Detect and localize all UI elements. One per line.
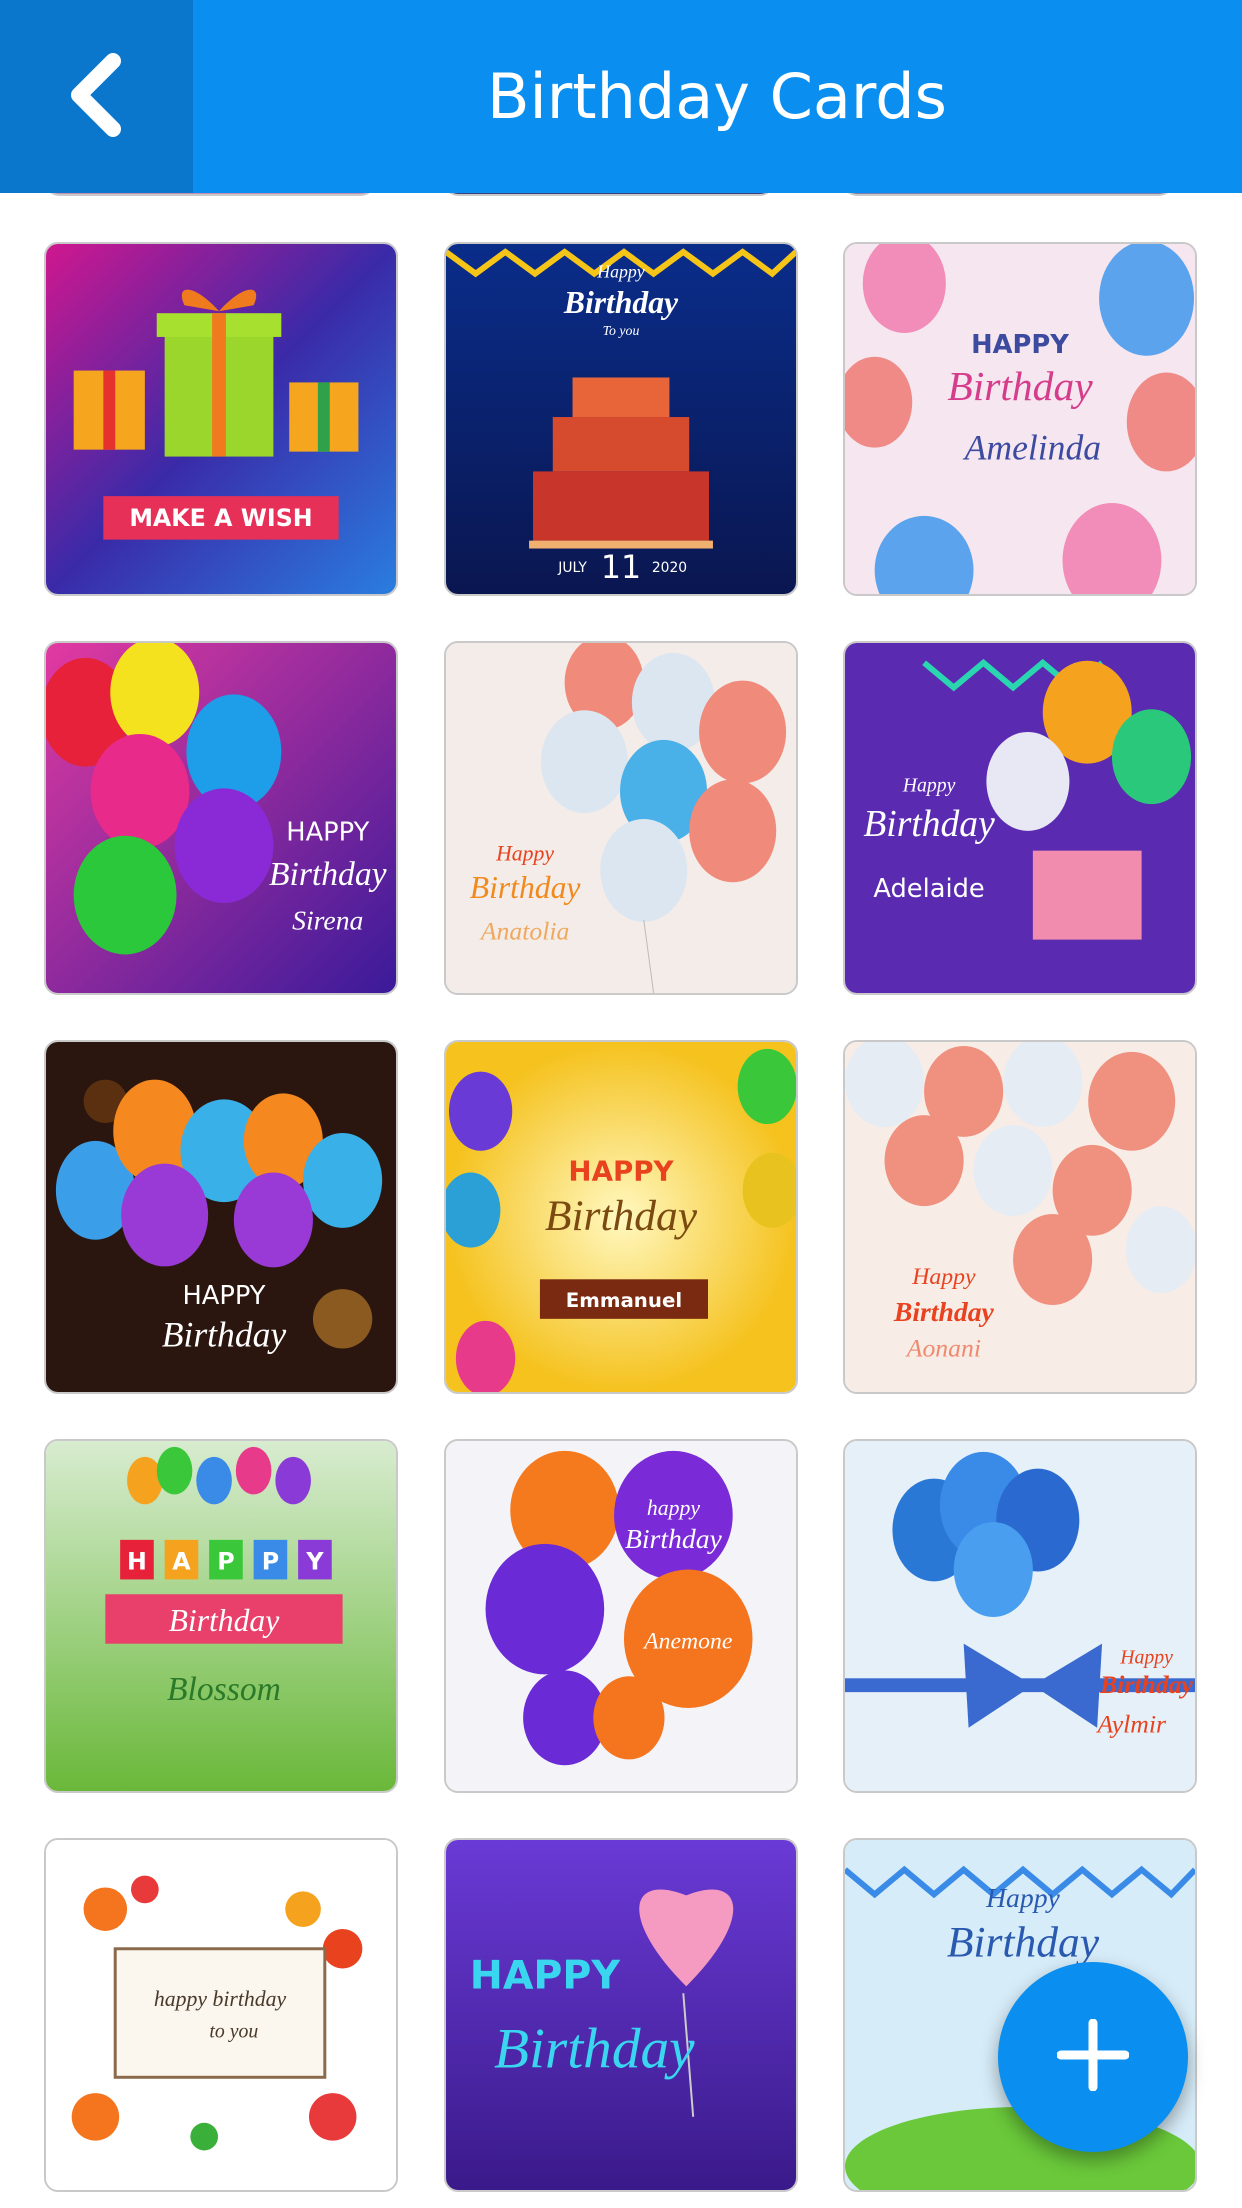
card-image: Happy Birthday To you JULY 11 2020 [446,244,796,594]
card-text: Sirena [292,905,363,936]
card-text: Birthday [162,1315,287,1355]
card-text: Amelinda [963,428,1101,468]
card-text: P [262,1548,279,1576]
card-floral[interactable]: happy birthday to you [44,1838,398,2192]
card-image: Happy Birthday Aylmir [845,1441,1195,1791]
card-text: JULY [557,560,587,576]
card-image: HAPPY Birthday Emmanuel [446,1042,796,1392]
card-text: Aonani [905,1333,981,1362]
card-text: Y [305,1548,324,1576]
card-anemone[interactable]: happy Birthday Anemone [444,1439,798,1793]
page-title: Birthday Cards [487,60,947,133]
card-text: HAPPY [286,818,369,848]
card-image: HAPPY Birthday [446,1840,796,2190]
card-text: Happy [985,1882,1060,1913]
card-text: MAKE A WISH [129,504,312,532]
card-text: Happy [495,842,554,866]
card-image: happy Birthday Anemone [446,1441,796,1791]
card-adelaide[interactable]: Happy Birthday Adelaide [843,641,1197,995]
card-text: Happy [596,262,645,282]
card-text: Birthday [893,1296,995,1327]
card-text: Birthday [269,856,387,893]
card-text: Birthday [470,870,582,905]
card-text: Happy [902,774,956,796]
card-text: Anemone [642,1629,732,1655]
plus-icon [1056,2018,1130,2095]
card-text: 2020 [652,560,687,576]
card-text: Birthday [863,804,995,845]
card-text: HAPPY [470,1952,622,1998]
card-image: HAPPY Birthday Amelinda [845,244,1195,594]
add-card-button[interactable] [998,1962,1188,2152]
card-text: HAPPY [971,330,1069,360]
card-aylmir[interactable]: Happy Birthday Aylmir [843,1439,1197,1793]
card-aonani[interactable]: Happy Birthday Aonani [843,1040,1197,1394]
card-text: Happy [911,1264,976,1290]
card-text: Emmanuel [566,1289,682,1312]
card-text: happy birthday [154,1987,287,2011]
card-birthday-dark[interactable]: HAPPY Birthday [44,1040,398,1394]
card-text: happy [647,1496,701,1520]
card-text: Happy [1119,1646,1173,1668]
card-heart[interactable]: HAPPY Birthday [444,1838,798,2192]
page-title-wrap: Birthday Cards [193,0,1242,193]
card-make-a-wish[interactable]: MAKE A WISH [44,242,398,596]
card-image: happy birthday to you [46,1840,396,2190]
card-grid: MAKE A WISH Happy Birthday To you JULY 1… [0,0,1242,2208]
card-image: H A P P Y Birthday Blossom [46,1441,396,1791]
card-text: Blossom [167,1671,281,1708]
card-text: H [127,1548,147,1576]
card-sirena[interactable]: HAPPY Birthday Sirena [44,641,398,995]
card-text: Adelaide [873,874,984,904]
card-image: Happy Birthday Aonani [845,1042,1195,1392]
card-image: HAPPY Birthday Sirena [46,643,396,993]
card-text: Anatolia [479,917,569,946]
card-emmanuel[interactable]: HAPPY Birthday Emmanuel [444,1040,798,1394]
card-text: 11 [601,550,641,586]
card-text: Birthday [545,1192,698,1240]
card-text: HAPPY [182,1281,265,1311]
card-text: Aylmir [1095,1710,1166,1739]
card-text: Birthday [625,1523,723,1554]
chevron-left-icon [67,52,127,141]
card-amelinda[interactable]: HAPPY Birthday Amelinda [843,242,1197,596]
card-text: To you [603,323,640,338]
app-header: Birthday Cards [0,0,1242,193]
card-text: to you [209,2021,258,2043]
card-text: P [217,1548,234,1576]
card-text: HAPPY [568,1154,674,1187]
card-text: Birthday [494,2017,695,2080]
card-text: A [172,1548,191,1576]
card-text: Birthday [169,1603,281,1638]
card-image: Happy Birthday Adelaide [845,643,1195,993]
card-anatolia[interactable]: Happy Birthday Anatolia [444,641,798,995]
card-text: Birthday [947,363,1093,409]
back-button[interactable] [0,0,193,193]
card-text: Birthday [563,285,679,320]
card-blossom[interactable]: H A P P Y Birthday Blossom [44,1439,398,1793]
card-text: Birthday [1099,1670,1193,1699]
card-cake[interactable]: Happy Birthday To you JULY 11 2020 [444,242,798,596]
card-text: Birthday [947,1919,1100,1967]
card-image: MAKE A WISH [46,244,396,594]
card-image: HAPPY Birthday [46,1042,396,1392]
card-image: Happy Birthday Anatolia [446,643,796,993]
